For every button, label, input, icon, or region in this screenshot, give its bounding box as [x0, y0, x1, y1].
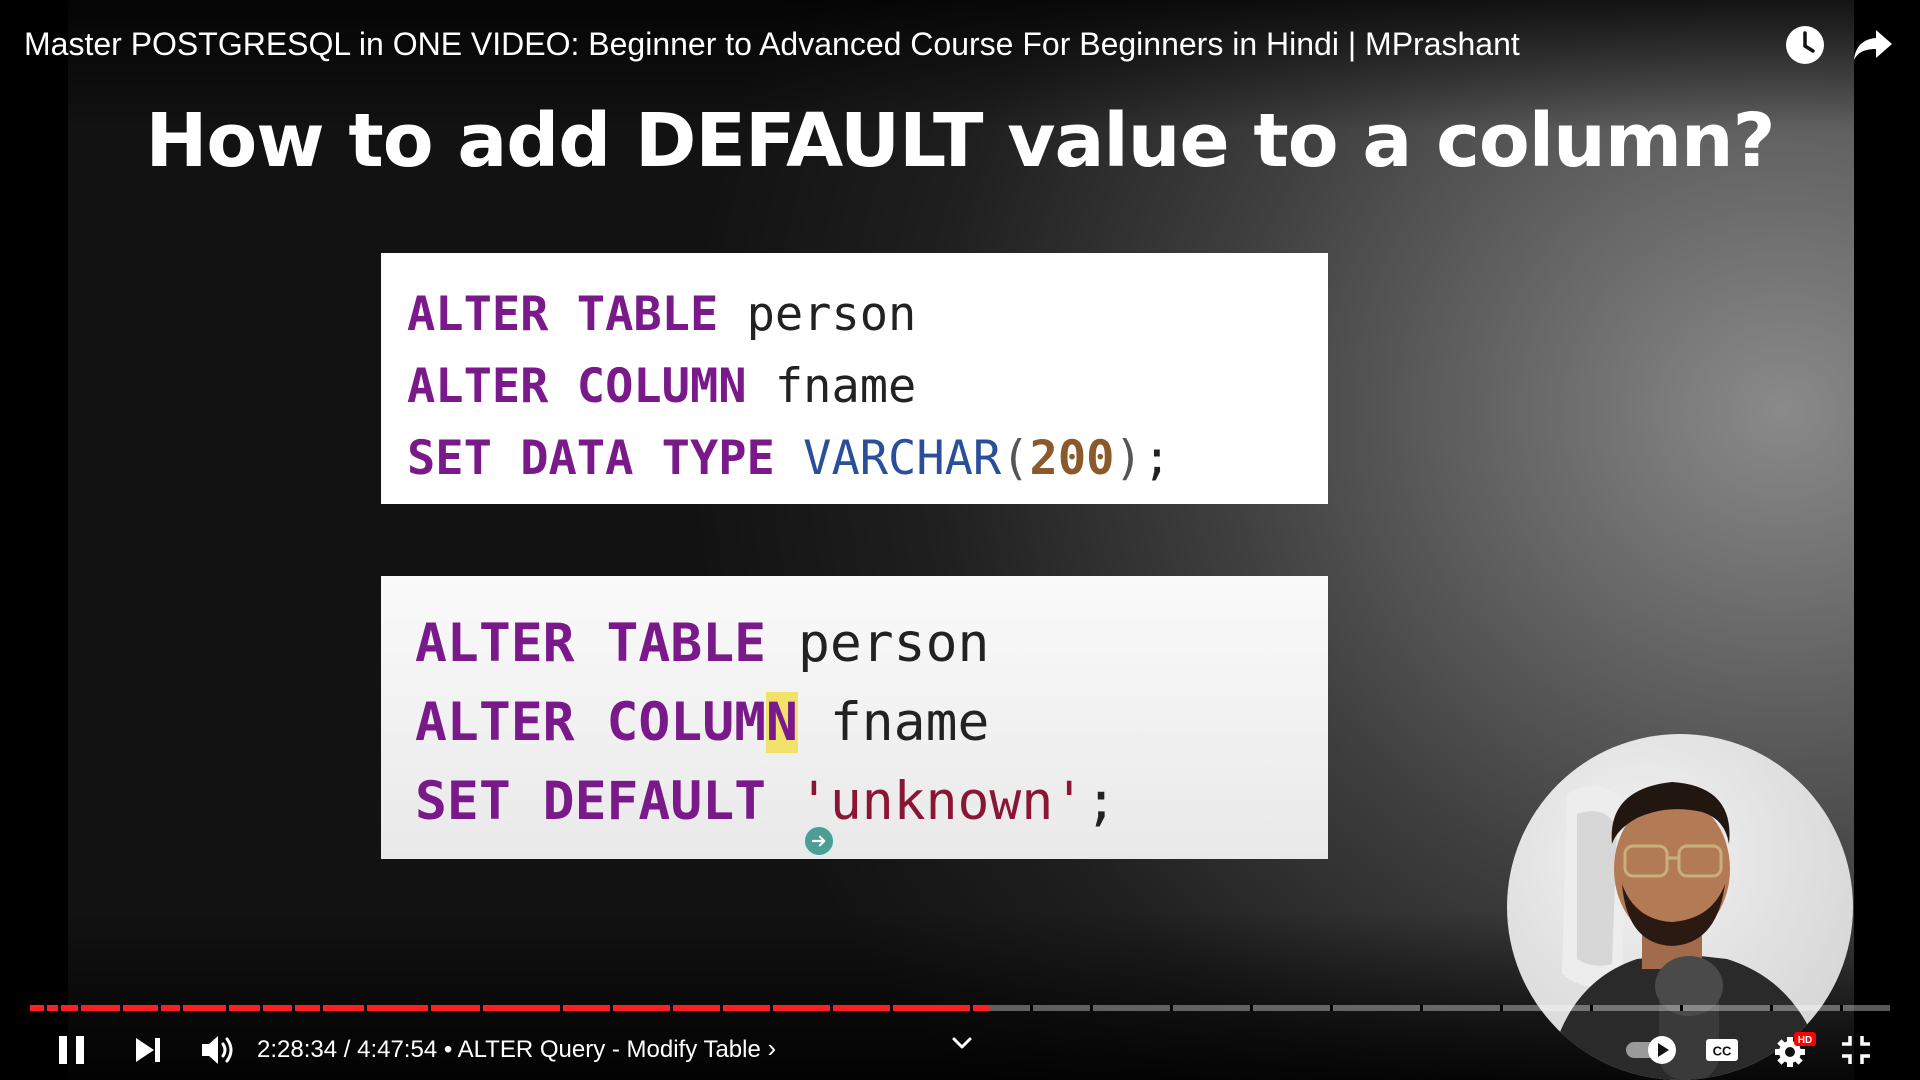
sql-keyword: ALTER	[407, 359, 549, 414]
chapter-marker	[226, 1005, 229, 1011]
sql-number: 200	[1029, 431, 1115, 486]
sql-keyword: ALTER	[407, 287, 549, 342]
slide-heading: How to add DEFAULT value to a column?	[145, 98, 1775, 184]
closed-captions-icon[interactable]: CC	[1702, 1030, 1742, 1070]
chapter-marker	[1090, 1005, 1093, 1011]
chapter-marker	[1420, 1005, 1423, 1011]
chapter-marker	[1680, 1005, 1683, 1011]
sql-semicolon: ;	[1142, 431, 1172, 486]
volume-icon[interactable]	[196, 1030, 240, 1070]
player-controls: 2:28:34 / 4:47:54 • ALTER Query - Modify…	[0, 1020, 1920, 1080]
sql-identifier: person	[746, 287, 917, 342]
sql-paren: )	[1114, 431, 1143, 486]
pause-icon[interactable]	[52, 1030, 92, 1070]
sql-keyword: SET	[415, 771, 511, 832]
code-line: SET DEFAULT 'unknown';	[415, 762, 1328, 841]
code-line: ALTER TABLE person	[407, 279, 1328, 351]
chapter-marker	[1590, 1005, 1593, 1011]
clock-icon[interactable]	[1782, 22, 1828, 68]
mouse-pointer-icon	[803, 825, 835, 857]
chevron-down-icon[interactable]	[944, 1024, 980, 1064]
chapter-marker	[610, 1005, 613, 1011]
code-block-alter-type: ALTER TABLE person ALTER COLUMN fname SE…	[381, 253, 1328, 504]
chapter-marker	[1030, 1005, 1033, 1011]
code-block-set-default: ALTER TABLE person ALTER COLUMN fname SE…	[381, 576, 1328, 859]
chapter-marker	[44, 1005, 47, 1011]
video-title[interactable]: Master POSTGRESQL in ONE VIDEO: Beginner…	[24, 26, 1520, 63]
chapter-marker	[1840, 1005, 1843, 1011]
sql-keyword: COLUM	[606, 692, 767, 753]
time-separator: /	[337, 1036, 358, 1063]
sql-type: VARCHAR	[803, 431, 1002, 486]
sql-identifier: fname	[829, 692, 990, 753]
hd-badge: HD	[1798, 1035, 1812, 1046]
chapter-marker	[670, 1005, 673, 1011]
chapter-marker	[890, 1005, 893, 1011]
svg-text:CC: CC	[1713, 1044, 1732, 1059]
chapter-title[interactable]: ALTER Query - Modify Table	[458, 1036, 761, 1063]
chapter-marker	[428, 1005, 431, 1011]
chapter-marker	[1250, 1005, 1253, 1011]
sql-keyword: DEFAULT	[542, 771, 767, 832]
sql-keyword: TYPE	[661, 431, 775, 486]
autoplay-toggle[interactable]	[1624, 1030, 1684, 1070]
duration: 4:47:54	[357, 1036, 438, 1063]
code-line: SET DATA TYPE VARCHAR(200);	[407, 423, 1328, 495]
chapter-marker	[720, 1005, 723, 1011]
chapter-marker	[58, 1005, 61, 1011]
chevron-right-icon[interactable]: ›	[768, 1033, 777, 1063]
share-arrow-icon[interactable]	[1850, 22, 1896, 68]
chapter-marker	[480, 1005, 483, 1011]
progress-played	[30, 1005, 989, 1011]
code-line: ALTER COLUMN fname	[415, 683, 1328, 762]
chapter-marker	[560, 1005, 563, 1011]
chapter-marker	[158, 1005, 161, 1011]
gear-icon: HD	[1775, 1032, 1816, 1067]
settings-button[interactable]: HD	[1772, 1030, 1818, 1070]
sql-semicolon: ;	[1085, 771, 1118, 832]
current-time: 2:28:34	[257, 1036, 338, 1063]
chapter-marker	[364, 1005, 367, 1011]
code-line: ALTER COLUMN fname	[407, 351, 1328, 423]
chapter-bullet: •	[437, 1036, 458, 1063]
exit-fullscreen-icon[interactable]	[1836, 1030, 1876, 1070]
chapter-marker	[1770, 1005, 1773, 1011]
video-player[interactable]: Master POSTGRESQL in ONE VIDEO: Beginner…	[0, 0, 1920, 1080]
sql-keyword: SET	[407, 431, 492, 486]
chapter-marker	[1330, 1005, 1333, 1011]
time-display[interactable]: 2:28:34 / 4:47:54 • ALTER Query - Modify…	[257, 1033, 776, 1064]
sql-keyword: DATA	[520, 431, 634, 486]
code-line: ALTER TABLE person	[415, 604, 1328, 683]
chapter-marker	[120, 1005, 123, 1011]
sql-string: 'unknown'	[797, 771, 1086, 832]
sql-keyword: ALTER	[415, 692, 575, 753]
chapter-marker	[180, 1005, 183, 1011]
chapter-marker	[1170, 1005, 1173, 1011]
chapter-marker	[770, 1005, 773, 1011]
chapter-marker	[292, 1005, 295, 1011]
chapter-marker	[830, 1005, 833, 1011]
next-video-icon[interactable]	[128, 1030, 168, 1070]
chapter-marker	[320, 1005, 323, 1011]
chapter-marker	[970, 1005, 973, 1011]
progress-bar[interactable]	[30, 1005, 1890, 1011]
chapter-marker	[78, 1005, 81, 1011]
sql-identifier: fname	[774, 359, 917, 414]
sql-keyword: TABLE	[606, 613, 767, 674]
chapter-marker	[260, 1005, 263, 1011]
sql-paren: (	[1001, 431, 1030, 486]
sql-keyword: ALTER	[415, 613, 575, 674]
chapter-marker	[1500, 1005, 1503, 1011]
text-cursor-highlight: N	[766, 692, 798, 753]
sql-keyword: COLUMN	[576, 359, 747, 414]
sql-keyword: TABLE	[576, 287, 719, 342]
sql-identifier: person	[797, 613, 990, 674]
